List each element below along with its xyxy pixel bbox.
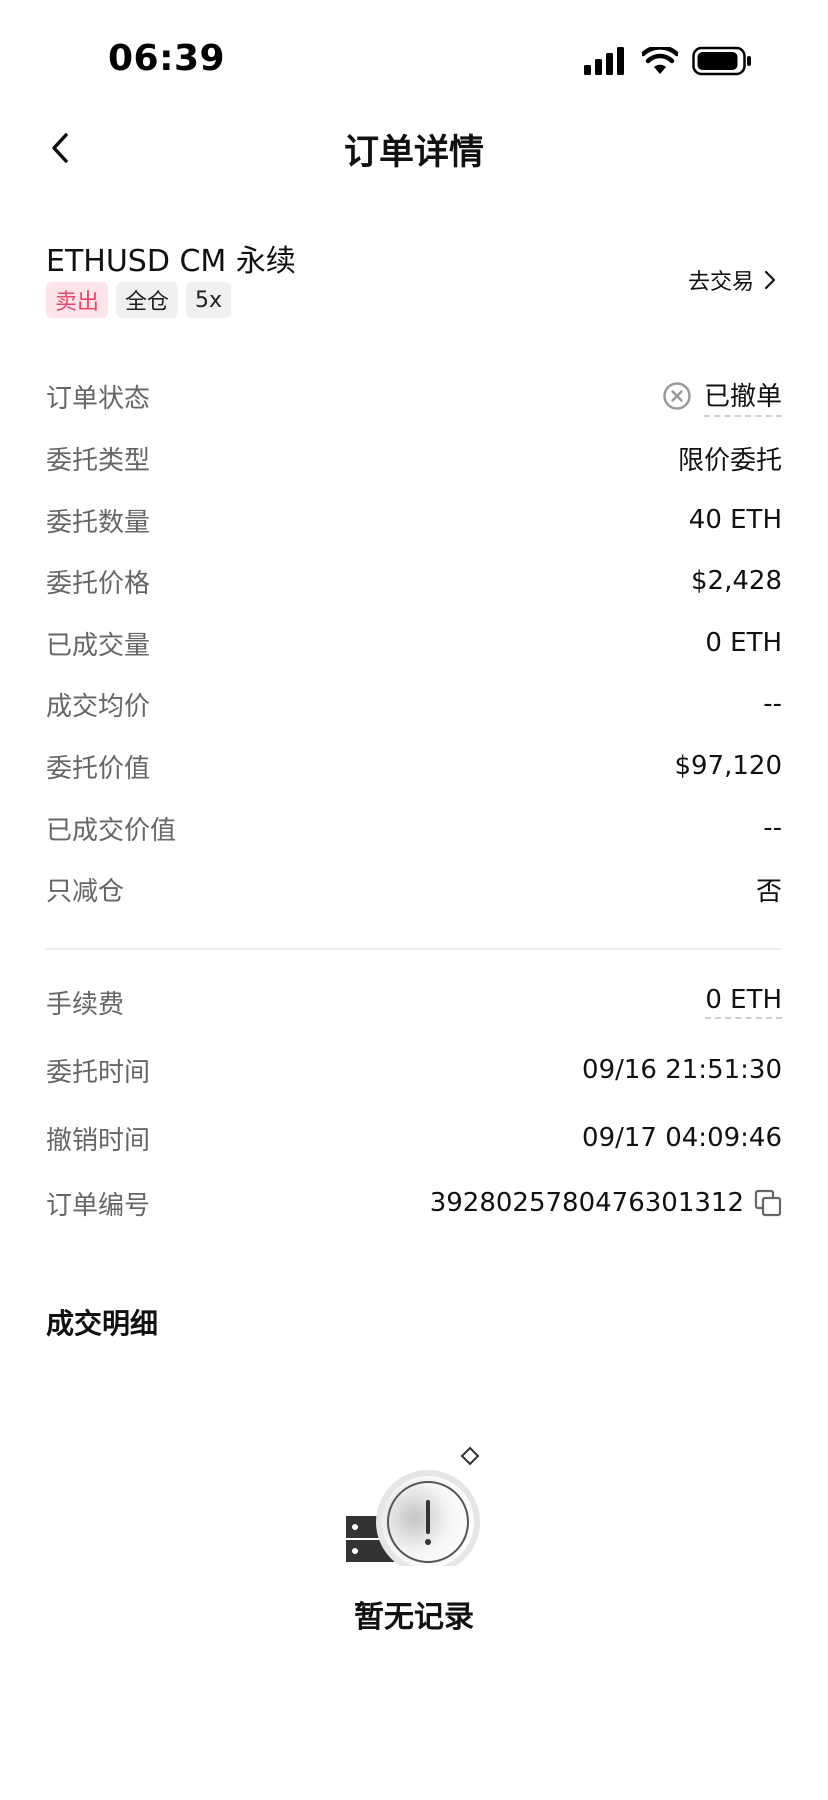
detail-row-cancel-time: 撤销时间 09/17 04:09:46	[46, 1118, 782, 1158]
copy-button[interactable]	[754, 1189, 782, 1217]
detail-value: --	[763, 689, 782, 719]
detail-value: 限价委托	[677, 445, 782, 476]
order-id-text: 3928025780476301312	[429, 1188, 744, 1218]
side-tag: 卖出	[46, 282, 109, 318]
status-icons	[584, 44, 752, 78]
fee-value[interactable]: 0 ETH	[705, 985, 782, 1019]
detail-row-reduce-only: 只减仓 否	[46, 869, 782, 909]
detail-value: --	[763, 813, 782, 843]
go-trade-link[interactable]: 去交易	[688, 264, 776, 296]
detail-label: 撤销时间	[46, 1125, 151, 1156]
detail-row-order-type: 委托类型 限价委托	[46, 438, 782, 478]
chevron-right-icon	[764, 270, 776, 290]
detail-row-order-price: 委托价格 $2,428	[46, 561, 782, 601]
detail-label: 已成交量	[46, 630, 151, 661]
detail-label: 订单编号	[46, 1190, 151, 1221]
detail-label: 委托时间	[46, 1057, 151, 1088]
detail-label: 订单状态	[46, 383, 151, 414]
detail-value: 40 ETH	[688, 505, 782, 535]
detail-row-order-time: 委托时间 09/16 21:51:30	[46, 1050, 782, 1090]
detail-row-order-status: 订单状态 已撤单	[46, 376, 782, 417]
detail-row-filled-quantity: 已成交量 0 ETH	[46, 623, 782, 663]
detail-value: $97,120	[674, 751, 782, 781]
instrument-name: ETHUSD CM 永续	[46, 244, 296, 279]
order-status-value[interactable]: 已撤单	[662, 376, 782, 417]
empty-state-text: 暂无记录	[354, 1600, 474, 1635]
go-trade-label: 去交易	[687, 270, 754, 295]
detail-row-order-quantity: 委托数量 40 ETH	[46, 500, 782, 540]
page-title: 订单详情	[343, 133, 484, 173]
order-id-value: 3928025780476301312	[430, 1188, 782, 1218]
detail-row-order-id: 订单编号 3928025780476301312	[46, 1183, 782, 1223]
battery-icon	[692, 46, 751, 76]
cancel-circle-icon	[663, 382, 691, 410]
detail-value: $2,428	[691, 566, 782, 596]
leverage-tag: 5x	[186, 282, 232, 318]
detail-label: 委托类型	[46, 445, 151, 476]
detail-row-order-value: 委托价值 $97,120	[46, 746, 782, 786]
empty-state-illustration	[344, 1446, 484, 1574]
detail-label: 已成交价值	[46, 815, 177, 846]
detail-value: 否	[755, 876, 782, 907]
detail-label: 只减仓	[46, 876, 125, 907]
trade-details-title: 成交明细	[46, 1307, 159, 1340]
status-time: 06:39	[108, 38, 226, 79]
detail-label: 成交均价	[46, 691, 151, 722]
detail-row-average-price: 成交均价 --	[46, 684, 782, 724]
order-tags: 卖出 全仓 5x	[46, 282, 232, 318]
section-divider	[46, 948, 782, 950]
margin-mode-tag: 全仓	[116, 282, 179, 318]
wifi-icon	[642, 47, 678, 74]
no-records-icon	[346, 1446, 480, 1574]
detail-value: 0 ETH	[705, 628, 782, 658]
detail-label: 委托数量	[46, 507, 151, 538]
detail-value: 09/17 04:09:46	[582, 1123, 782, 1153]
detail-row-fee: 手续费 0 ETH	[46, 982, 782, 1022]
detail-label: 手续费	[46, 989, 125, 1020]
detail-value: 09/16 21:51:30	[582, 1055, 782, 1085]
detail-label: 委托价值	[46, 753, 151, 784]
detail-value: 已撤单	[703, 376, 782, 417]
copy-icon	[754, 1189, 782, 1217]
detail-row-filled-value: 已成交价值 --	[46, 808, 782, 848]
signal-icon	[584, 47, 624, 75]
detail-label: 委托价格	[46, 568, 151, 599]
